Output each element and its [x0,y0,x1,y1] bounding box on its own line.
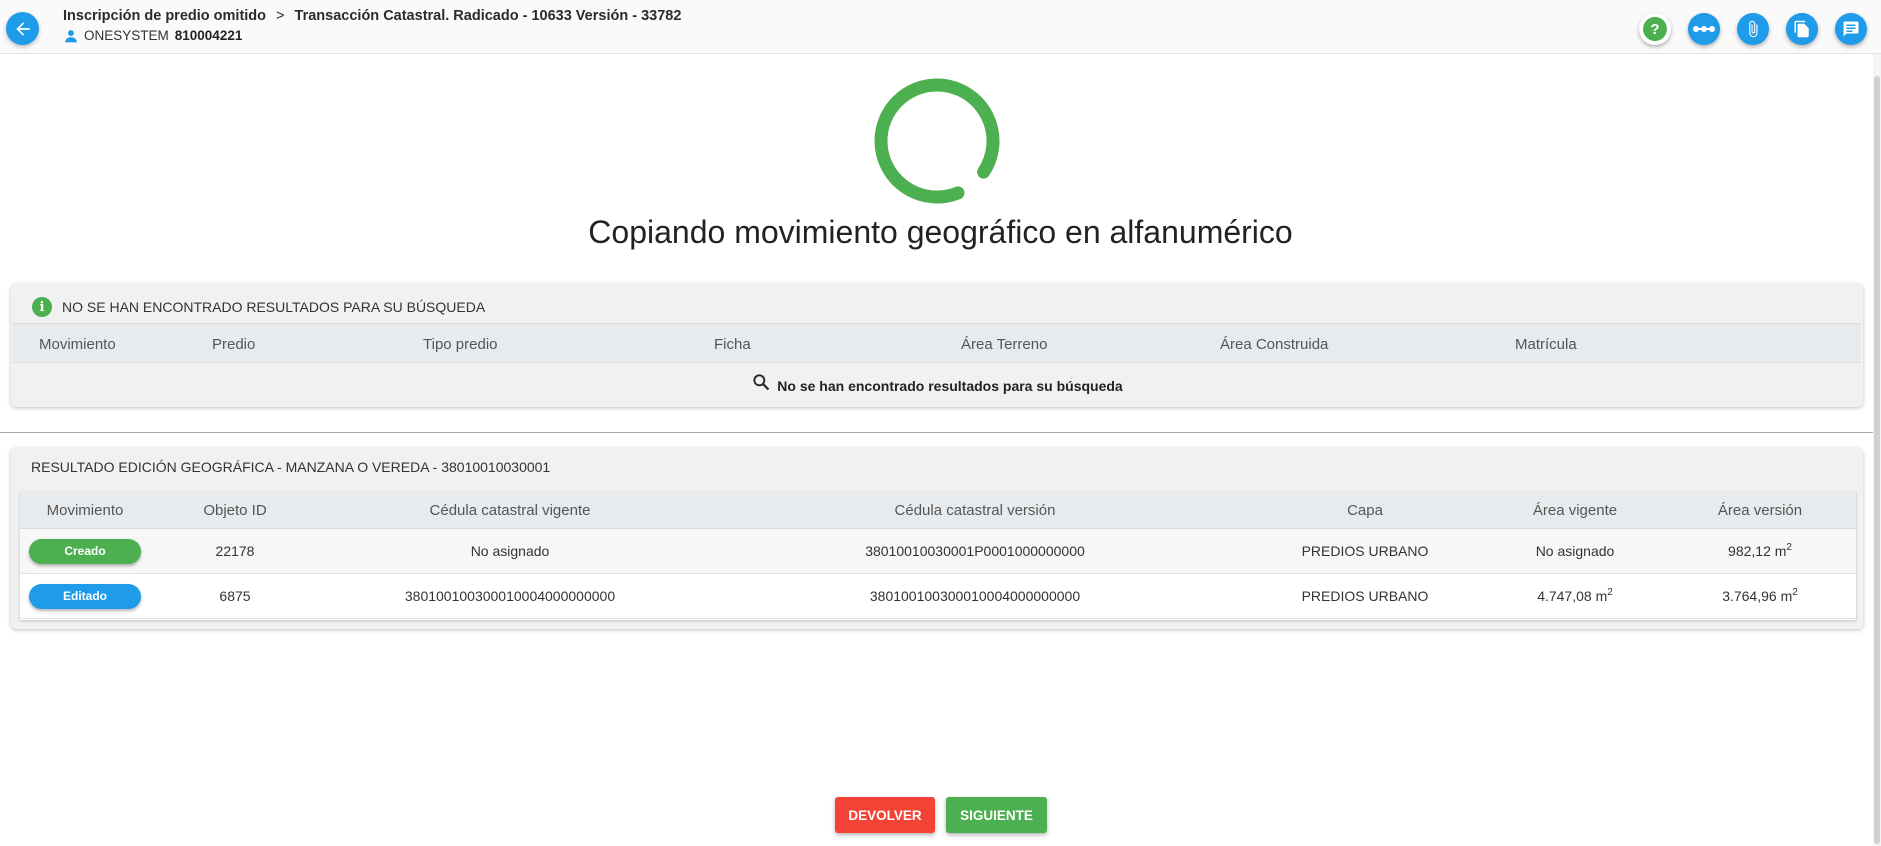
empty-state: No se han encontrado resultados para su … [11,370,1863,394]
flow-button[interactable] [1688,13,1720,45]
attachment-icon [1749,20,1758,38]
cedula-version-cell: 38010010030001P0001000000000 [865,543,1085,559]
area-version-cell: 3.764,96 m2 [1680,574,1840,618]
scrollbar-thumb[interactable] [1874,76,1880,844]
column-header[interactable]: Capa [1280,492,1450,528]
table-row[interactable]: Creado 22178 No asignado 38010010030001P… [20,529,1856,574]
area-version-value: 982,12 m [1728,543,1787,559]
column-header[interactable]: Matrícula [1515,336,1577,353]
search-results-panel: i NO SE HAN ENCONTRADO RESULTADOS PARA S… [11,284,1863,407]
area-unit-exponent: 2 [1607,586,1613,598]
cedula-vigente-cell: No asignado [470,543,550,559]
documents-button[interactable] [1786,13,1818,45]
chevron-right-icon: > [276,8,285,24]
cedula-version-cell: 380100100300010004000000000 [869,588,1081,604]
geo-edit-table: Movimiento Objeto ID Cédula catastral vi… [20,492,1856,620]
help-button[interactable]: ? [1639,13,1671,45]
geo-edit-panel: RESULTADO EDICIÓN GEOGRÁFICA - MANZANA O… [11,448,1863,629]
user-id: 810004221 [174,28,243,43]
toolbar-actions: ? [1639,13,1867,45]
column-header[interactable]: Movimiento [20,492,150,528]
section-divider [0,432,1873,433]
column-header[interactable]: Área versión [1680,492,1840,528]
loading-spinner-icon [874,78,1000,204]
search-notice-text: NO SE HAN ENCONTRADO RESULTADOS PARA SU … [62,299,486,315]
column-header[interactable]: Objeto ID [190,492,280,528]
column-header[interactable]: Cédula catastral vigente [380,492,640,528]
user-icon [65,29,77,42]
return-button[interactable]: DEVOLVER [835,797,935,833]
object-id-cell: 6875 [219,588,251,604]
back-button[interactable] [6,12,39,45]
breadcrumb-item-process[interactable]: Inscripción de predio omitido [63,8,266,24]
documents-icon [1794,20,1809,38]
search-table-header: Movimiento Predio Tipo predio Ficha Área… [13,323,1861,363]
info-icon: i [32,297,52,317]
column-header[interactable]: Área vigente [1510,492,1640,528]
area-version-cell: 982,12 m2 [1680,529,1840,573]
user-name: ONESYSTEM [84,28,169,43]
movement-badge-edited[interactable]: Editado [29,583,141,609]
capa-cell: PREDIOS URBANO [1301,588,1429,604]
notes-icon [1843,21,1859,37]
capa-cell: PREDIOS URBANO [1301,543,1429,559]
column-header[interactable]: Tipo predio [423,336,498,353]
scrollbar[interactable] [1873,54,1881,846]
cedula-vigente-cell: 380100100300010004000000000 [404,588,616,604]
movement-badge-created[interactable]: Creado [29,538,141,564]
search-notice: i NO SE HAN ENCONTRADO RESULTADOS PARA S… [32,297,485,317]
column-header[interactable]: Área Construida [1220,336,1328,353]
flow-icon [1693,26,1715,32]
area-unit-exponent: 2 [1792,586,1798,598]
search-icon [753,374,770,391]
area-unit-exponent: 2 [1786,541,1792,553]
help-icon: ? [1643,17,1667,41]
status-message: Copiando movimiento geográfico en alfanu… [588,214,1293,250]
table-row[interactable]: Editado 6875 380100100300010004000000000… [20,574,1856,619]
column-header[interactable]: Predio [212,336,255,353]
top-bar: Inscripción de predio omitido > Transacc… [0,0,1881,54]
breadcrumb-item-transaction: Transacción Catastral. Radicado - 10633 … [294,8,682,24]
column-header[interactable]: Movimiento [39,336,116,353]
notes-button[interactable] [1835,13,1867,45]
user-info: ONESYSTEM 810004221 [64,28,242,43]
column-header[interactable]: Ficha [714,336,751,353]
object-id-cell: 22178 [215,543,255,559]
arrow-left-icon [15,21,30,36]
area-vigente-cell: No asignado [1535,543,1615,559]
area-vigente-value: 4.747,08 m [1537,588,1608,604]
geo-edit-title: RESULTADO EDICIÓN GEOGRÁFICA - MANZANA O… [31,459,551,475]
area-version-value: 3.764,96 m [1722,588,1793,604]
breadcrumb: Inscripción de predio omitido > Transacc… [63,8,681,24]
empty-state-text: No se han encontrado resultados para su … [777,378,1123,394]
movement-cell: Creado [20,529,150,573]
attachment-button[interactable] [1737,13,1769,45]
column-header[interactable]: Área Terreno [961,336,1047,353]
column-header[interactable]: Cédula catastral versión [830,492,1120,528]
movement-cell: Editado [20,574,150,618]
geo-table-header: Movimiento Objeto ID Cédula catastral vi… [20,492,1856,529]
area-vigente-cell: 4.747,08 m2 [1510,574,1640,618]
next-button[interactable]: SIGUIENTE [946,797,1047,833]
